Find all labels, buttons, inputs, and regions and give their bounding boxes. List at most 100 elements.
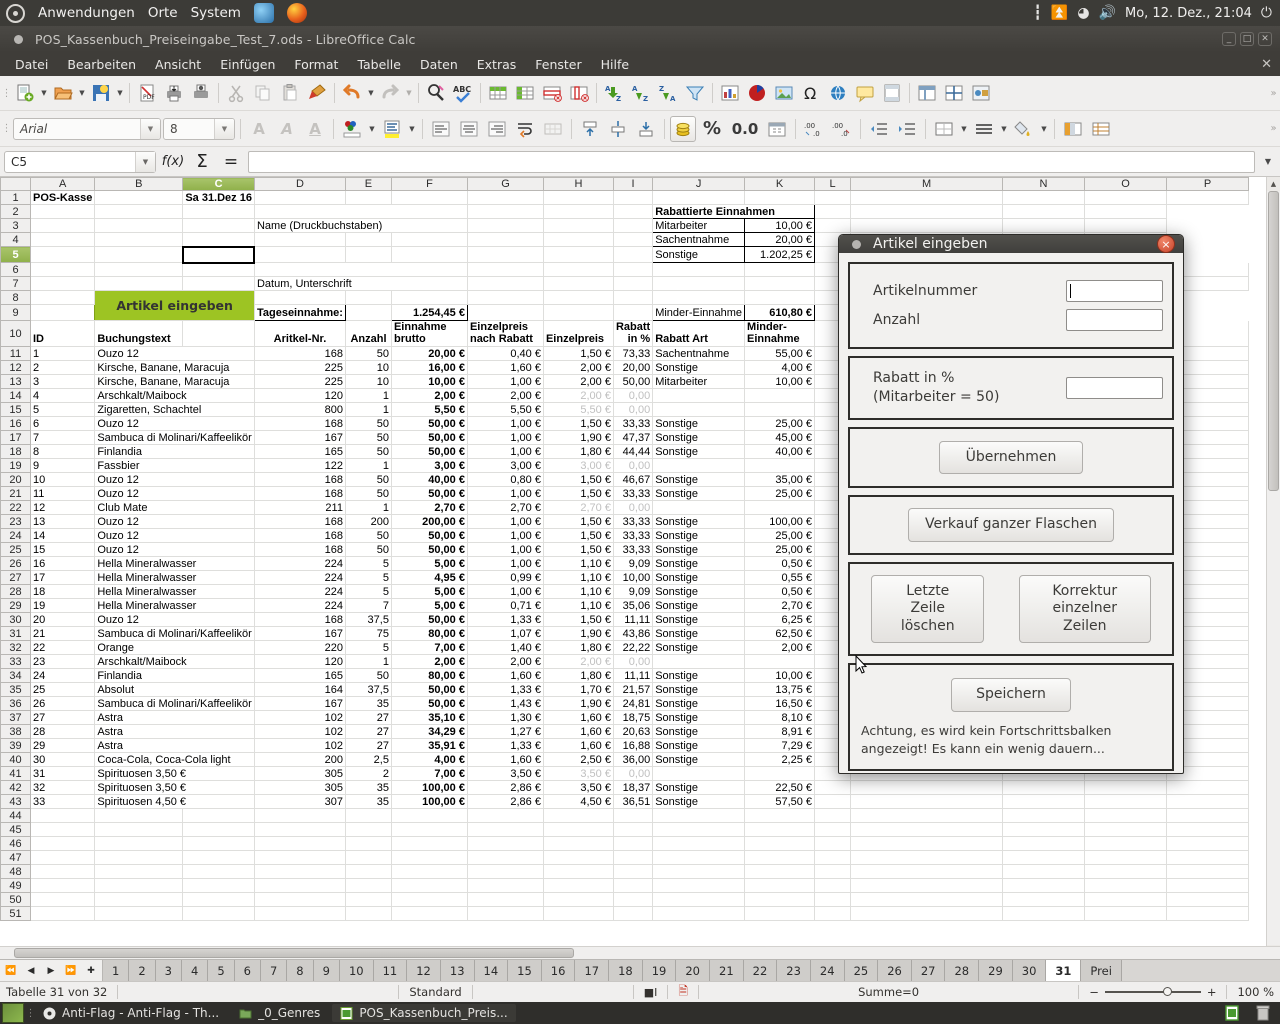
cell[interactable]: [815, 205, 851, 219]
cell-artikelnr[interactable]: 168: [254, 417, 345, 431]
cell-rabatt-prozent[interactable]: 33,33: [613, 543, 652, 557]
anzahl-input[interactable]: [1066, 309, 1163, 331]
sheet-row-2[interactable]: 2Rabattierte Einnahmen: [1, 205, 1249, 219]
cell[interactable]: [613, 219, 652, 233]
bluetooth-glyph-icon[interactable]: ⏫: [1051, 6, 1068, 20]
cell-artikelnr[interactable]: 122: [254, 459, 345, 473]
cell-buchungstext[interactable]: Sambuca di Molinari/Kaffeelikör: [95, 431, 255, 445]
cell[interactable]: [95, 247, 183, 263]
vertical-scrollbar[interactable]: ▲ ▼: [1266, 177, 1280, 959]
menu-fenster[interactable]: Fenster: [526, 54, 590, 75]
show-draw-functions-icon[interactable]: [968, 80, 994, 106]
cell-rabatt-art[interactable]: Sonstige: [653, 557, 745, 571]
cell[interactable]: [1167, 837, 1249, 851]
artikelnummer-input[interactable]: [1066, 280, 1163, 302]
cell-minder-einnahme[interactable]: [745, 403, 815, 417]
borders-icon[interactable]: [931, 116, 957, 142]
cell[interactable]: [345, 247, 391, 263]
cell-einzelpreis[interactable]: 1,50 €: [543, 613, 613, 627]
cell-einzelpreis-nach-rabatt[interactable]: 1,60 €: [467, 361, 543, 375]
cell-einzelpreis-nach-rabatt[interactable]: 1,00 €: [467, 417, 543, 431]
row-header-51[interactable]: 51: [1, 907, 31, 921]
column-header-h[interactable]: H: [543, 178, 613, 191]
cell-anzahl[interactable]: 50: [345, 473, 391, 487]
cell[interactable]: [815, 781, 851, 795]
bold-icon[interactable]: A: [246, 116, 272, 142]
row-header-21[interactable]: 21: [1, 487, 31, 501]
cell-einzelpreis[interactable]: 1,10 €: [543, 585, 613, 599]
cell-einzelpreis[interactable]: 1,80 €: [543, 445, 613, 459]
cell-id[interactable]: 16: [31, 557, 95, 571]
cell-einzelpreis-nach-rabatt[interactable]: 0,40 €: [467, 347, 543, 361]
cell[interactable]: [543, 233, 613, 247]
sheet-tab-1[interactable]: 1: [103, 960, 129, 981]
cell-einzelpreis-nach-rabatt[interactable]: 1,33 €: [467, 683, 543, 697]
cell-rabatt-art[interactable]: [653, 501, 745, 515]
cell[interactable]: [745, 865, 815, 879]
cell[interactable]: [183, 907, 255, 921]
cell[interactable]: [1167, 879, 1249, 893]
cell[interactable]: [1003, 865, 1085, 879]
cell-einzelpreis[interactable]: 4,50 €: [543, 795, 613, 809]
clock-label[interactable]: Mo, 12. Dez., 21:04: [1125, 6, 1252, 21]
cell-rabatt-prozent[interactable]: 36,51: [613, 795, 652, 809]
sheet-tab-2[interactable]: 2: [129, 960, 155, 981]
cell-minder-einnahme[interactable]: 25,00 €: [745, 487, 815, 501]
clone-formatting-icon[interactable]: [304, 80, 330, 106]
cell[interactable]: [254, 837, 345, 851]
cell[interactable]: [653, 907, 745, 921]
column-header-c[interactable]: C: [183, 178, 255, 191]
cell-buchungstext[interactable]: Hella Mineralwasser: [95, 599, 255, 613]
horizontal-scroll-thumb[interactable]: [14, 948, 574, 958]
row-header-36[interactable]: 36: [1, 697, 31, 711]
cell-einzelpreis[interactable]: 1,50 €: [543, 543, 613, 557]
cell-artikelnr[interactable]: 224: [254, 571, 345, 585]
row-header-14[interactable]: 14: [1, 389, 31, 403]
cell[interactable]: [391, 233, 467, 247]
zoom-in-button[interactable]: +: [1207, 985, 1217, 999]
cell[interactable]: [815, 809, 851, 823]
cell[interactable]: [31, 907, 95, 921]
rabatt-input[interactable]: [1066, 377, 1163, 399]
cell[interactable]: [653, 823, 745, 837]
cell-einzelpreis[interactable]: 1,50 €: [543, 515, 613, 529]
cell-brutto[interactable]: 35,91 €: [391, 739, 467, 753]
align-top-icon[interactable]: [577, 116, 603, 142]
cell-buchungstext[interactable]: Spirituosen 3,50 €: [95, 767, 255, 781]
taskbar-grip[interactable]: ⋮: [26, 1002, 35, 1024]
cell-einzelpreis-nach-rabatt[interactable]: 1,27 €: [467, 725, 543, 739]
verkauf-ganzer-flaschen-button[interactable]: Verkauf ganzer Flaschen: [908, 508, 1114, 542]
cell[interactable]: [31, 291, 95, 305]
cell-brutto[interactable]: 34,29 €: [391, 725, 467, 739]
cell[interactable]: [815, 823, 851, 837]
cell-buchungstext[interactable]: Sambuca di Molinari/Kaffeelikör: [95, 697, 255, 711]
cell-einzelpreis[interactable]: 1,50 €: [543, 347, 613, 361]
sheet-tab-21[interactable]: 21: [710, 960, 744, 981]
cell-minder-einnahme[interactable]: 62,50 €: [745, 627, 815, 641]
cell-rabatt-prozent[interactable]: 9,09: [613, 585, 652, 599]
cell[interactable]: [254, 893, 345, 907]
row-header-35[interactable]: 35: [1, 683, 31, 697]
cell[interactable]: [1085, 907, 1167, 921]
cell-einzelpreis[interactable]: 1,60 €: [543, 711, 613, 725]
cell[interactable]: [95, 823, 183, 837]
cell-buchungstext[interactable]: Ouzo 12: [95, 529, 255, 543]
menu-hilfe[interactable]: Hilfe: [592, 54, 638, 75]
row-header-18[interactable]: 18: [1, 445, 31, 459]
trash-icon[interactable]: [1256, 1005, 1270, 1021]
cell[interactable]: [745, 837, 815, 851]
thunderbird-icon[interactable]: [254, 3, 274, 23]
cell[interactable]: [1003, 809, 1085, 823]
cell[interactable]: [1167, 865, 1249, 879]
cell-einzelpreis[interactable]: 1,50 €: [543, 417, 613, 431]
column-header-p[interactable]: P: [1167, 178, 1249, 191]
cell-id[interactable]: 17: [31, 571, 95, 585]
cell[interactable]: [1003, 191, 1085, 205]
cell-einzelpreis-nach-rabatt[interactable]: 1,00 €: [467, 585, 543, 599]
save-document-icon[interactable]: [88, 80, 114, 106]
export-pdf-icon[interactable]: PDF: [134, 80, 160, 106]
cell-rabatt-art[interactable]: [653, 767, 745, 781]
cell-rabatt-prozent[interactable]: 20,00: [613, 361, 652, 375]
artikel-eingeben-sheet-button[interactable]: Artikel eingeben: [95, 291, 255, 321]
row-header-40[interactable]: 40: [1, 753, 31, 767]
